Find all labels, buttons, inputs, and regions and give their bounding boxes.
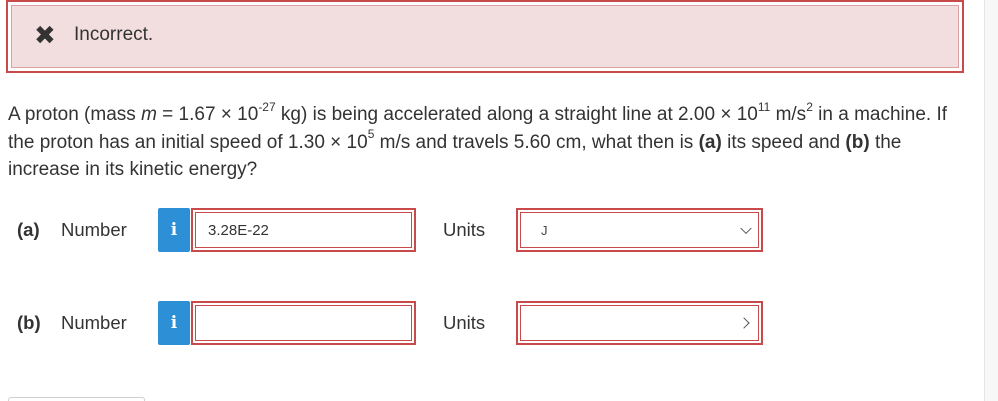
part-a-label: (a) [17, 219, 40, 240]
part-b-units-label: Units [443, 312, 486, 333]
part-b-units-select[interactable] [516, 301, 763, 345]
info-icon[interactable]: i [158, 208, 190, 252]
x-mark-icon: ✖ [34, 19, 56, 50]
scrollbar-track[interactable] [984, 0, 998, 401]
part-a-units-select[interactable]: J [516, 208, 763, 252]
chevron-down-icon [740, 222, 752, 235]
incorrect-alert-inner: ✖ Incorrect. [11, 5, 959, 68]
part-b-units-select-inner[interactable] [520, 305, 759, 341]
part-a-number-value[interactable]: 3.28E-22 [195, 212, 412, 248]
answer-row-a: (a) Number i 3.28E-22 Units J [0, 207, 998, 253]
part-b-label: (b) [17, 312, 41, 333]
part-b-number-label: Number [61, 312, 127, 333]
question-text: A proton (mass m = 1.67 × 10-27 kg) is b… [8, 99, 947, 180]
info-icon[interactable]: i [158, 301, 190, 345]
part-a-units-select-inner[interactable]: J [520, 212, 759, 248]
part-a-units-label: Units [443, 219, 486, 240]
answer-row-b: (b) Number i Units [0, 300, 998, 346]
alert-message: Incorrect. [74, 23, 154, 45]
next-element-edge [8, 397, 145, 401]
chevron-right-icon [738, 317, 750, 329]
incorrect-alert: ✖ Incorrect. [6, 0, 964, 73]
part-a-number-input[interactable]: 3.28E-22 [191, 208, 416, 252]
part-b-number-value[interactable] [195, 305, 412, 341]
part-a-number-label: Number [61, 219, 127, 240]
part-b-number-input[interactable] [191, 301, 416, 345]
part-a-units-value: J [541, 222, 548, 238]
